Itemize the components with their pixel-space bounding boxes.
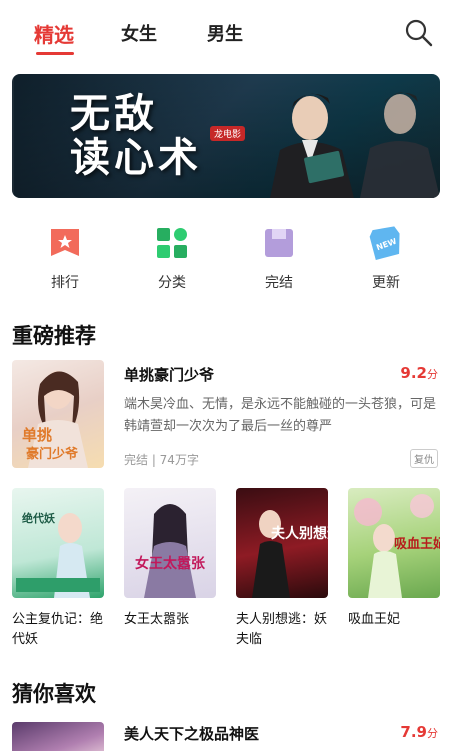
- banner-title-line2: 读心术: [70, 134, 202, 181]
- tab-featured[interactable]: 精选: [34, 19, 74, 48]
- grid-book-3[interactable]: 夫人别想逃 夫人别想逃：妖夫临: [236, 488, 328, 650]
- featured-book-cover[interactable]: 单挑 豪门少爷: [12, 360, 104, 468]
- ranking-icon: [48, 226, 82, 260]
- recommend-book-cover[interactable]: [12, 722, 104, 751]
- featured-cover-title: 单挑: [22, 426, 52, 444]
- grid-book-title: 吸血王妃: [348, 612, 401, 627]
- featured-book-meta: 完结 | 74万字: [124, 453, 199, 467]
- featured-book-score: 9.2分: [400, 364, 438, 382]
- featured-book-description: 端木昊冷血、无情，是永远不能触碰的一头苍狼，可是韩靖萱却一次次为了最后一丝的尊严: [124, 397, 437, 434]
- grid-book-4[interactable]: 吸血王妃 吸血王妃: [348, 488, 440, 630]
- entry-category-label: 分类: [158, 275, 186, 291]
- grid-book-1-cover-text: 绝代妖: [22, 511, 56, 525]
- completed-icon: [262, 226, 296, 260]
- tab-female[interactable]: 女生: [121, 20, 157, 46]
- grid-book-1[interactable]: 绝代妖 公主复仇记：绝代妖: [12, 488, 104, 650]
- entry-ranking[interactable]: 排行: [30, 226, 100, 292]
- featured-book-tag: 复仇: [410, 449, 438, 468]
- recommend-book-title[interactable]: 美人天下之极品神医: [124, 723, 259, 744]
- promo-banner[interactable]: 无敌 读心术 龙电影: [12, 74, 440, 198]
- banner-seal: 龙电影: [210, 126, 246, 141]
- entry-update-label: 更新: [372, 275, 400, 291]
- entry-category[interactable]: 分类: [137, 226, 207, 292]
- section-title-guess: 猜你喜欢: [12, 682, 96, 706]
- banner-title: 无敌 读心术: [70, 92, 202, 180]
- entry-ranking-label: 排行: [51, 275, 79, 291]
- tab-male[interactable]: 男生: [207, 20, 243, 46]
- entry-completed-label: 完结: [265, 275, 293, 291]
- category-icon: [155, 226, 189, 260]
- featured-score-value: 9.2: [400, 364, 427, 382]
- banner-title-line1: 无敌: [70, 90, 158, 137]
- grid-book-title: 公主复仇记：绝代妖: [12, 612, 104, 647]
- grid-book-3-cover-text: 夫人别想逃: [271, 525, 328, 542]
- recommend-score-value: 7.9: [400, 723, 427, 741]
- recommend-score-unit: 分: [427, 727, 438, 740]
- featured-book-title[interactable]: 单挑豪门少爷: [124, 364, 214, 385]
- grid-book-2[interactable]: 女王太嚣张 女王太嚣张: [124, 488, 216, 630]
- featured-cover-subtitle: 豪门少爷: [26, 446, 79, 462]
- grid-book-cover: 夫人别想逃: [236, 488, 328, 598]
- recommend-book-score: 7.9分: [400, 723, 438, 741]
- new-icon: NEW: [369, 226, 403, 261]
- active-tab-indicator: [36, 52, 74, 55]
- section-title-featured: 重磅推荐: [12, 324, 96, 348]
- banner-character-illustration: [270, 92, 440, 198]
- grid-book-2-cover-text: 女王太嚣张: [135, 555, 206, 572]
- grid-book-cover: 绝代妖: [12, 488, 104, 598]
- entry-completed[interactable]: 完结: [244, 226, 314, 292]
- grid-book-title: 夫人别想逃：妖夫临: [236, 612, 328, 647]
- search-icon[interactable]: [404, 18, 434, 48]
- grid-book-4-cover-text: 吸血王妃: [394, 536, 440, 552]
- entry-update[interactable]: NEW 更新: [351, 226, 421, 292]
- grid-book-title: 女王太嚣张: [124, 612, 190, 627]
- grid-book-cover: 女王太嚣张: [124, 488, 216, 598]
- featured-score-unit: 分: [427, 368, 438, 381]
- top-tab-bar: 精选 女生 男生: [0, 0, 450, 64]
- grid-book-cover: 吸血王妃: [348, 488, 440, 598]
